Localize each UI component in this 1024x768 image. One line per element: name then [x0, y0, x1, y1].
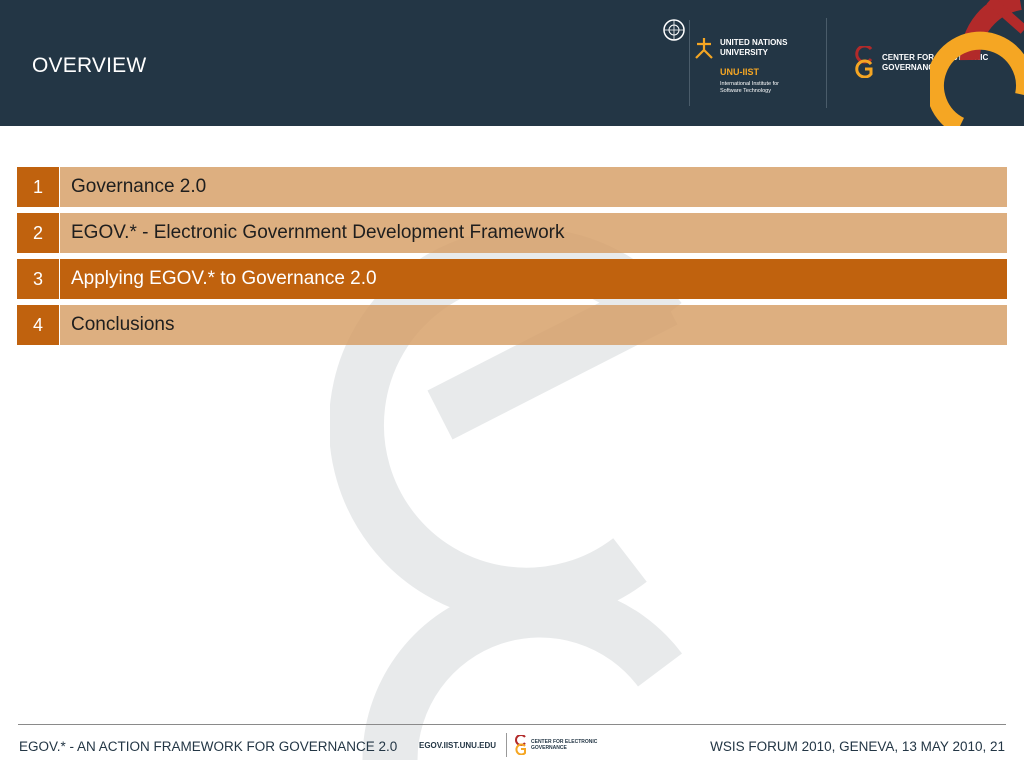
agenda-item-4[interactable]: 4 Conclusions: [17, 305, 1007, 345]
agenda-label: Conclusions: [60, 305, 1007, 345]
unu-iist: UNU-IIST: [720, 67, 759, 77]
agenda-item-2[interactable]: 2 EGOV.* - Electronic Government Develop…: [17, 213, 1007, 253]
agenda-label: Applying EGOV.* to Governance 2.0: [60, 259, 1007, 299]
agenda-item-1[interactable]: 1 Governance 2.0: [17, 167, 1007, 207]
ceg-corner-art: [930, 0, 1024, 126]
footer-separator: [506, 733, 507, 757]
agenda-number: 2: [17, 213, 60, 253]
agenda-list: 1 Governance 2.0 2 EGOV.* - Electronic G…: [17, 167, 1007, 351]
agenda-number: 3: [17, 259, 60, 299]
agenda-number: 1: [17, 167, 60, 207]
agenda-label: Governance 2.0: [60, 167, 1007, 207]
ceg-logo-icon: [855, 46, 873, 78]
footer-ceg-logo-icon: [515, 735, 526, 755]
unu-logo-icon: [695, 38, 713, 59]
agenda-item-3[interactable]: 3 Applying EGOV.* to Governance 2.0: [17, 259, 1007, 299]
footer-event-info: WSIS FORUM 2010, GENEVA, 13 MAY 2010, 21: [710, 739, 1005, 754]
unu-name: UNITED NATIONS UNIVERSITY: [720, 38, 788, 57]
footer-url: EGOV.IIST.UNU.EDU: [419, 741, 497, 750]
agenda-number: 4: [17, 305, 60, 345]
un-emblem-icon: [663, 19, 685, 41]
slide-title: OVERVIEW: [32, 54, 147, 77]
footer-presentation-title: EGOV.* - AN ACTION FRAMEWORK FOR GOVERNA…: [19, 739, 398, 754]
unu-iist-full: International Institute for Software Tec…: [720, 81, 780, 94]
agenda-label: EGOV.* - Electronic Government Developme…: [60, 213, 1007, 253]
header-band: OVERVIEW UNITED NATIONS UNIVERSITY UNU-I…: [0, 0, 1024, 126]
unu-divider: [689, 20, 690, 106]
footer-ceg-name: CENTER FOR ELECTRONIC GOVERNANCE: [531, 739, 598, 751]
footer-divider: [18, 724, 1006, 725]
header-divider: [826, 18, 827, 108]
